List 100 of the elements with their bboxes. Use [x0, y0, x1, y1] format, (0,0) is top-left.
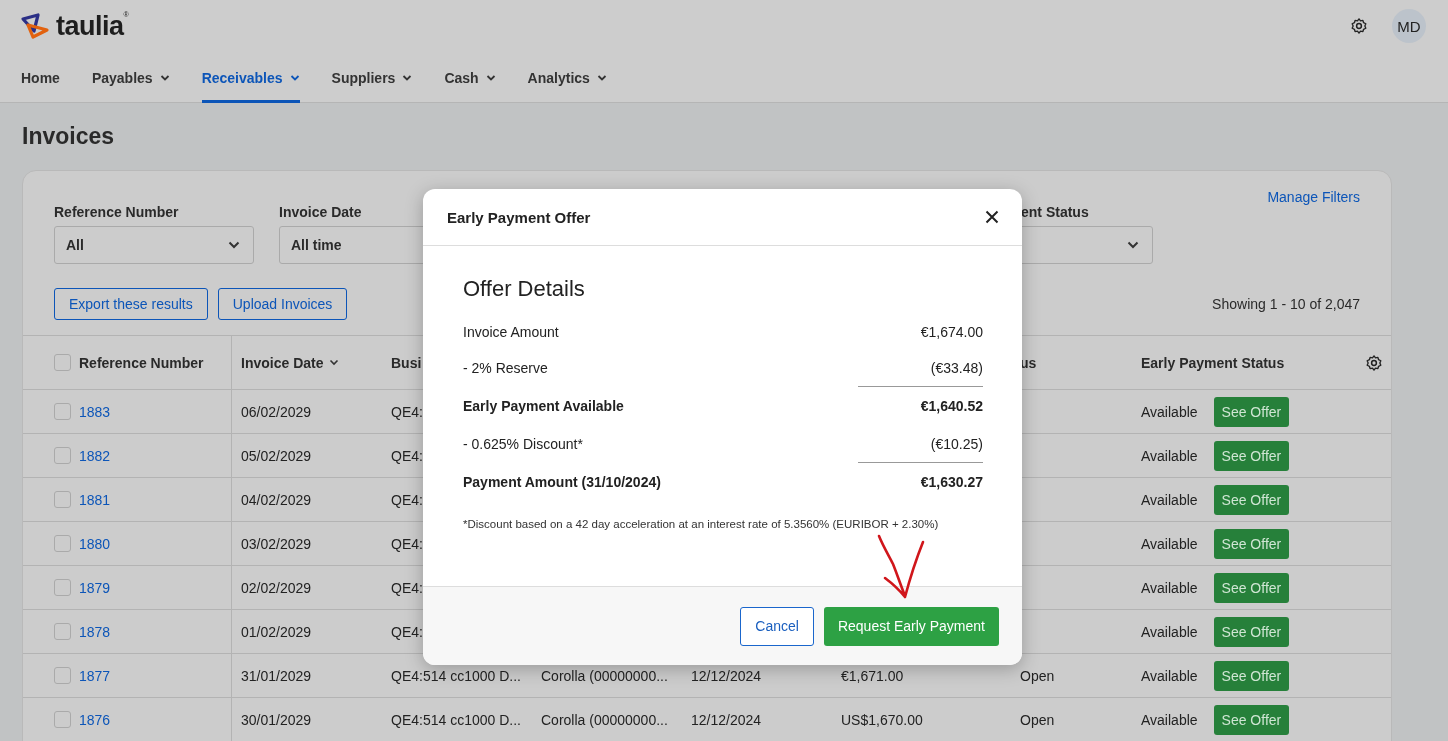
- see-offer-button[interactable]: See Offer: [1213, 440, 1290, 471]
- sort-icon[interactable]: [329, 359, 340, 366]
- settings-icon[interactable]: [1365, 353, 1383, 372]
- table-cell: 12/12/2024: [691, 711, 762, 728]
- table-cell: Available: [1141, 623, 1198, 640]
- table-cell: Open: [1020, 667, 1055, 684]
- nav-tab[interactable]: Home: [21, 52, 60, 103]
- see-offer-button[interactable]: See Offer: [1213, 484, 1290, 515]
- offer-amount: (€33.48): [930, 360, 983, 376]
- offer-heading: Offer Details: [463, 276, 586, 302]
- column-header: Busi: [391, 354, 422, 371]
- chevron-icon: [402, 73, 413, 82]
- offer-label: Payment Amount (31/10/2024): [463, 474, 661, 490]
- reference-link[interactable]: 1879: [79, 579, 111, 596]
- cancel-button[interactable]: Cancel: [740, 606, 814, 646]
- table-cell: Available: [1141, 667, 1198, 684]
- request-payment-button[interactable]: Request Early Payment: [823, 606, 999, 646]
- discount-footnote: *Discount based on a 42 day acceleration at an interest rate of 5.3560% (EURIBOR + 2.30%): [463, 518, 940, 530]
- offer-label: - 0.625% Discount*: [463, 436, 583, 452]
- chevron-icon: [485, 73, 496, 82]
- row-checkbox[interactable]: [54, 535, 71, 552]
- see-offer-button[interactable]: See Offer: [1213, 396, 1290, 427]
- table-cell: QE4:: [391, 535, 423, 552]
- table-cell: 05/02/2029: [241, 447, 312, 464]
- column-header[interactable]: Invoice Date: [241, 354, 340, 371]
- chevron-icon: [1127, 241, 1139, 249]
- page-title: Invoices: [22, 122, 116, 151]
- filter-label: ent Status: [1020, 204, 1090, 220]
- see-offer-button[interactable]: See Offer: [1213, 704, 1290, 735]
- close-icon[interactable]: [985, 210, 999, 224]
- table-cell: 30/01/2029: [241, 711, 312, 728]
- filter-dropdown[interactable]: All: [54, 226, 254, 264]
- nav-tab[interactable]: Analytics: [527, 52, 607, 103]
- reference-link[interactable]: 1880: [79, 535, 111, 552]
- offer-amount: €1,640.52: [920, 398, 983, 414]
- table-cell: 02/02/2029: [241, 579, 312, 596]
- table-cell: QE4:514 cc1000 D...: [391, 667, 521, 684]
- table-cell: 04/02/2029: [241, 491, 312, 508]
- chevron-icon: [159, 73, 170, 82]
- settings-icon[interactable]: [1350, 17, 1368, 35]
- chevron-icon: [228, 241, 240, 249]
- nav-tab[interactable]: Receivables: [201, 52, 300, 103]
- row-checkbox[interactable]: [54, 623, 71, 640]
- select-all-checkbox[interactable]: [54, 354, 71, 371]
- row-checkbox[interactable]: [54, 403, 71, 420]
- see-offer-button[interactable]: See Offer: [1213, 528, 1290, 559]
- reference-link[interactable]: 1881: [79, 491, 111, 508]
- offer-amount: €1,674.00: [920, 324, 983, 340]
- table-cell: 12/12/2024: [691, 667, 762, 684]
- table-cell: QE4:514 cc1000 D...: [391, 711, 521, 728]
- reference-link[interactable]: 1882: [79, 447, 111, 464]
- table-cell: Available: [1141, 403, 1198, 420]
- table-cell: Available: [1141, 711, 1198, 728]
- row-checkbox[interactable]: [54, 491, 71, 508]
- manage-filters-link[interactable]: Manage Filters: [1267, 189, 1360, 205]
- row-checkbox[interactable]: [54, 579, 71, 596]
- table-cell: Open: [1020, 711, 1055, 728]
- reference-link[interactable]: 1876: [79, 711, 111, 728]
- nav-tab[interactable]: Suppliers: [331, 52, 413, 103]
- table-cell: Available: [1141, 535, 1198, 552]
- table-cell: 01/02/2029: [241, 623, 312, 640]
- table-cell: Available: [1141, 447, 1198, 464]
- filter-label: Reference Number: [54, 204, 180, 220]
- row-checkbox[interactable]: [54, 667, 71, 684]
- table-cell: Available: [1141, 491, 1198, 508]
- action-button[interactable]: Export these results: [54, 288, 208, 320]
- offer-amount: €1,630.27: [920, 474, 983, 490]
- table-cell: QE4:: [391, 623, 423, 640]
- user-avatar[interactable]: MD: [1392, 9, 1426, 43]
- chevron-icon: [289, 73, 300, 82]
- offer-label: - 2% Reserve: [463, 360, 548, 376]
- row-checkbox[interactable]: [54, 711, 71, 728]
- chevron-icon: [596, 73, 607, 82]
- table-cell: 03/02/2029: [241, 535, 312, 552]
- table-cell: US$1,670.00: [841, 711, 923, 728]
- table-cell: QE4:: [391, 403, 423, 420]
- logo-icon: [20, 11, 50, 41]
- table-cell: Corolla (00000000...: [541, 711, 668, 728]
- row-checkbox[interactable]: [54, 447, 71, 464]
- reference-link[interactable]: 1877: [79, 667, 111, 684]
- column-header: Early Payment Status: [1141, 354, 1285, 371]
- action-button[interactable]: Upload Invoices: [217, 288, 348, 320]
- see-offer-button[interactable]: See Offer: [1213, 572, 1290, 603]
- nav-tab[interactable]: Cash: [444, 52, 496, 103]
- offer-label: Early Payment Available: [463, 398, 624, 414]
- table-cell: QE4:: [391, 491, 423, 508]
- nav-tab[interactable]: Payables: [91, 52, 170, 103]
- offer-amount: (€10.25): [930, 436, 983, 452]
- table-cell: Corolla (00000000...: [541, 667, 668, 684]
- reference-link[interactable]: 1878: [79, 623, 111, 640]
- table-cell: 06/02/2029: [241, 403, 312, 420]
- reference-link[interactable]: 1883: [79, 403, 111, 420]
- column-header[interactable]: Reference Number: [79, 354, 204, 371]
- offer-label: Invoice Amount: [463, 324, 559, 340]
- table-cell: €1,671.00: [841, 667, 904, 684]
- table-cell: QE4:: [391, 579, 423, 596]
- results-count: Showing 1 - 10 of 2,047: [1212, 296, 1360, 312]
- see-offer-button[interactable]: See Offer: [1213, 616, 1290, 647]
- see-offer-button[interactable]: See Offer: [1213, 660, 1290, 691]
- table-cell: 31/01/2029: [241, 667, 312, 684]
